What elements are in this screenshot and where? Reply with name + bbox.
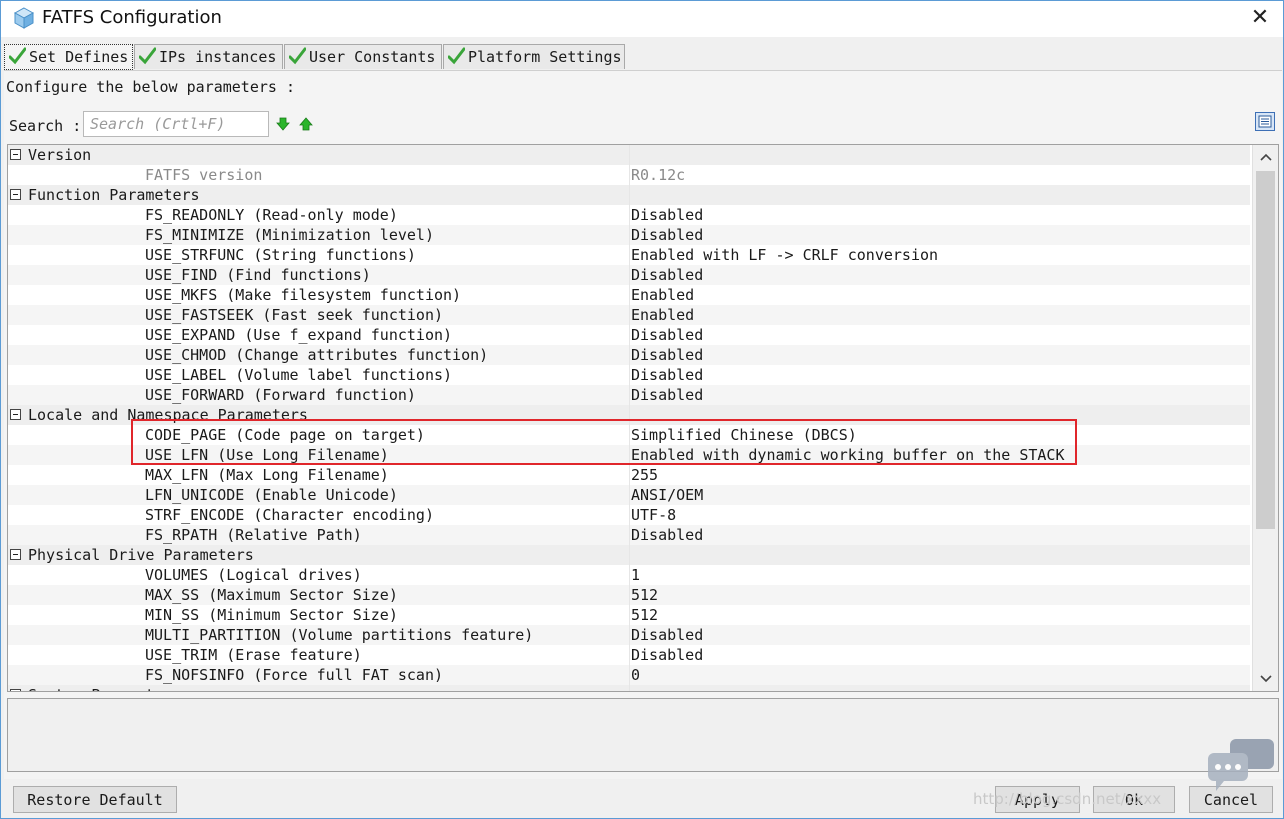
cube-app-icon — [13, 7, 35, 29]
tab-label: User Constants — [309, 48, 436, 66]
group-name: Physical Drive Parameters — [28, 546, 254, 564]
description-panel — [7, 698, 1279, 772]
ok-button[interactable]: Ok — [1093, 786, 1175, 813]
parameter-name: FS_MINIMIZE (Minimization level) — [145, 226, 434, 244]
checkmark-icon — [448, 47, 465, 65]
parameter-name: FATFS version — [145, 166, 263, 184]
parameter-value[interactable]: Enabled — [631, 305, 694, 325]
column-divider — [629, 145, 630, 691]
parameter-name: FS_READONLY (Read-only mode) — [145, 206, 398, 224]
search-input[interactable] — [83, 111, 269, 137]
parameter-value[interactable]: Disabled — [631, 385, 703, 405]
tab-label: IPs instances — [159, 48, 277, 66]
parameter-name: USE_STRFUNC (String functions) — [145, 246, 416, 264]
close-button[interactable]: ✕ — [1237, 1, 1283, 37]
group-name: Function Parameters — [28, 186, 200, 204]
parameter-name: USE_MKFS (Make filesystem function) — [145, 286, 462, 304]
tab-user-constants[interactable]: User Constants — [284, 44, 442, 69]
parameter-value[interactable]: 512 — [631, 605, 658, 625]
parameter-value[interactable]: Disabled — [631, 265, 703, 285]
window-title: FATFS Configuration — [42, 7, 222, 28]
tab-ips-instances[interactable]: IPs instances — [134, 44, 283, 69]
parameter-name: USE_EXPAND (Use f_expand function) — [145, 326, 453, 344]
tab-label: Set Defines — [29, 48, 129, 66]
configure-label: Configure the below parameters : — [6, 78, 295, 96]
scroll-thumb[interactable] — [1256, 171, 1275, 529]
parameter-value[interactable]: Disabled — [631, 525, 703, 545]
restore-default-button[interactable]: Restore Default — [13, 786, 177, 813]
parameter-name: USE_TRIM (Erase feature) — [145, 646, 362, 664]
parameter-value[interactable]: Enabled — [631, 285, 694, 305]
parameter-grid: Version FATFS version R0.12c Function Param… — [7, 144, 1279, 692]
parameter-value[interactable]: Disabled — [631, 225, 703, 245]
list-view-toggle-icon[interactable] — [1255, 112, 1275, 131]
parameter-name: MULTI_PARTITION (Volume partitions featu… — [145, 626, 534, 644]
parameter-name: USE_CHMOD (Change attributes function) — [145, 346, 489, 364]
group-name: Version — [28, 146, 92, 164]
parameter-name: FS_RPATH (Relative Path) — [145, 526, 362, 544]
parameter-value[interactable]: Enabled with LF -> CRLF conversion — [631, 245, 938, 265]
collapse-minus-icon[interactable] — [10, 189, 21, 200]
parameter-name: USE_FORWARD (Forward function) — [145, 386, 416, 404]
parameter-name: USE_LFN (Use Long Filename) — [145, 446, 389, 464]
parameter-value[interactable]: 255 — [631, 465, 658, 485]
parameter-name: VOLUMES (Logical drives) — [145, 566, 362, 584]
collapse-minus-icon[interactable] — [10, 689, 21, 691]
collapse-minus-icon[interactable] — [10, 409, 21, 420]
parameter-value[interactable]: Disabled — [631, 365, 703, 385]
parameter-value[interactable]: Disabled — [631, 625, 703, 645]
parameter-value[interactable]: Disabled — [631, 345, 703, 365]
search-next-down-arrow-icon[interactable] — [276, 117, 290, 131]
parameter-value[interactable]: 0 — [631, 665, 640, 685]
parameter-name: MAX_SS (Maximum Sector Size) — [145, 586, 398, 604]
parameter-name: CODE_PAGE (Code page on target) — [145, 426, 425, 444]
scroll-up-icon[interactable] — [1253, 145, 1278, 169]
parameter-value[interactable]: Enabled with dynamic working buffer on t… — [631, 445, 1064, 465]
parameter-value[interactable]: Disabled — [631, 325, 703, 345]
parameter-name: STRF_ENCODE (Character encoding) — [145, 506, 434, 524]
parameter-name: MAX_LFN (Max Long Filename) — [145, 466, 389, 484]
list-icon — [1258, 115, 1272, 128]
parameter-name: USE_FIND (Find functions) — [145, 266, 371, 284]
search-label: Search : — [9, 117, 82, 135]
vertical-scrollbar[interactable] — [1252, 145, 1278, 691]
tab-platform-settings[interactable]: Platform Settings — [443, 44, 625, 69]
title-bar: FATFS Configuration ✕ — [1, 1, 1283, 37]
parameter-name: USE_LABEL (Volume label functions) — [145, 366, 453, 384]
config-window: FATFS Configuration ✕ Set Defines IPs ins… — [0, 0, 1284, 819]
parameter-value[interactable]: ANSI/OEM — [631, 485, 703, 505]
collapse-minus-icon[interactable] — [10, 149, 21, 160]
checkmark-icon — [9, 47, 26, 65]
parameter-value[interactable]: Disabled — [631, 645, 703, 665]
parameter-value[interactable]: R0.12c — [631, 165, 685, 185]
checkmark-icon — [289, 47, 306, 65]
parameter-name: LFN_UNICODE (Enable Unicode) — [145, 486, 398, 504]
collapse-minus-icon[interactable] — [10, 549, 21, 560]
checkmark-icon — [139, 47, 156, 65]
group-name: Locale and Namespace Parameters — [28, 406, 308, 424]
parameter-name: USE_FASTSEEK (Fast seek function) — [145, 306, 444, 324]
parameter-value[interactable]: 1 — [631, 565, 640, 585]
parameter-value[interactable]: 512 — [631, 585, 658, 605]
tab-set-defines[interactable]: Set Defines — [4, 44, 133, 70]
apply-button[interactable]: Apply — [995, 786, 1080, 813]
parameter-value[interactable]: Disabled — [631, 205, 703, 225]
parameter-value[interactable]: Simplified Chinese (DBCS) — [631, 425, 857, 445]
search-previous-up-arrow-icon[interactable] — [299, 117, 313, 131]
tab-label: Platform Settings — [468, 48, 622, 66]
group-name: System Parameters — [28, 685, 182, 691]
cancel-button[interactable]: Cancel — [1189, 786, 1273, 813]
parameter-name: FS_NOFSINFO (Force full FAT scan) — [145, 666, 444, 684]
parameter-value[interactable]: UTF-8 — [631, 505, 676, 525]
scroll-down-icon[interactable] — [1253, 667, 1278, 691]
parameter-name: MIN_SS (Minimum Sector Size) — [145, 606, 398, 624]
